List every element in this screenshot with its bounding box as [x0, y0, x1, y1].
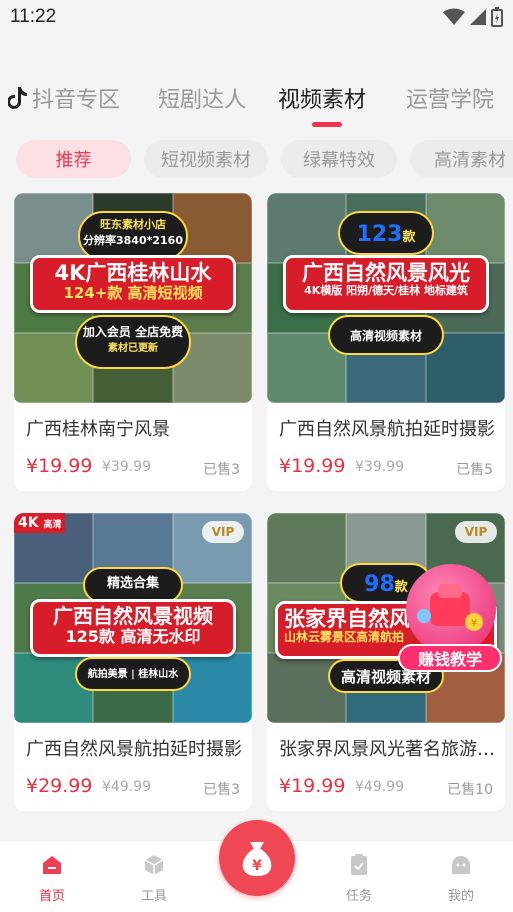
svg-text:¥: ¥	[471, 618, 477, 629]
earn-money-tutorial-badge[interactable]: ¥ 赚钱教学	[398, 564, 502, 674]
product-title: 广西桂林南宁风景	[26, 419, 170, 440]
product-thumbnail: 旺东素材小店 分辨率3840*2160 4K广西桂林山水 124+款 高清短视频…	[14, 193, 252, 403]
thumb-top-badge: 精选合集	[83, 567, 183, 603]
nav-profile[interactable]: 我的	[431, 853, 491, 904]
product-sold-count: 已售10	[447, 782, 493, 798]
earn-badge-label: 赚钱教学	[398, 644, 502, 672]
nav-home[interactable]: 首页	[22, 853, 82, 904]
status-icons	[443, 7, 503, 27]
thumb-top-badge: 旺东素材小店 分辨率3840*2160	[78, 211, 188, 261]
vip-badge: VIP	[455, 521, 497, 543]
tab-operation-academy[interactable]: 运营学院	[406, 82, 494, 114]
nav-tasks-label: 任务	[345, 889, 372, 904]
chip-recommend[interactable]: 推荐	[16, 140, 131, 178]
nav-tasks[interactable]: 任务	[329, 853, 389, 904]
clipboard-check-icon	[351, 854, 367, 875]
product-price: ¥19.99	[279, 775, 346, 797]
chip-green-screen[interactable]: 绿幕特效	[281, 140, 397, 178]
home-icon	[43, 856, 61, 874]
nav-tools[interactable]: 工具	[124, 853, 184, 904]
battery-icon	[491, 7, 503, 27]
tab-short-drama[interactable]: 短剧达人	[158, 82, 246, 114]
thumb-bottom-badge: 加入会员 全店免费 素材已更新	[75, 315, 191, 369]
center-money-button[interactable]: ¥	[219, 820, 295, 896]
top-tabs: 抖音专区 短剧达人 视频素材 运营学院	[0, 72, 513, 132]
status-bar: 11:22	[0, 0, 513, 36]
thumb-count-badge: 123款	[338, 211, 434, 255]
money-bag-icon: ¥	[242, 842, 272, 876]
nav-tools-label: 工具	[140, 889, 167, 904]
product-card[interactable]: 123款 广西自然风景风光 4K横版 阳朔/德天/桂林 地标建筑 高清视频素材 …	[267, 193, 505, 491]
product-card[interactable]: 旺东素材小店 分辨率3840*2160 4K广西桂林山水 124+款 高清短视频…	[14, 193, 252, 491]
product-thumbnail: 4K 高清 VIP 精选合集 广西自然风景视频 125款 高清无水印 航拍美景 …	[14, 513, 252, 723]
product-card[interactable]: 4K 高清 VIP 精选合集 广西自然风景视频 125款 高清无水印 航拍美景 …	[14, 513, 252, 811]
wifi-icon	[443, 8, 465, 25]
product-title: 广西自然风景航拍延时摄影	[26, 739, 242, 760]
thumb-banner: 广西自然风景视频 125款 高清无水印	[30, 599, 236, 657]
product-sold-count: 已售3	[203, 462, 240, 478]
chip-hd-material[interactable]: 高清素材	[410, 140, 513, 178]
active-tab-indicator	[312, 122, 342, 127]
nav-home-label: 首页	[38, 889, 65, 904]
product-sold-count: 已售3	[203, 782, 240, 798]
product-original-price: ¥49.99	[355, 779, 404, 795]
thumb-banner: 4K广西桂林山水 124+款 高清短视频	[30, 255, 236, 313]
cube-icon	[144, 855, 164, 875]
thumb-bottom-badge: 高清视频素材	[328, 315, 444, 355]
douyin-icon	[8, 87, 27, 109]
status-time: 11:22	[10, 6, 57, 27]
tab-video-material[interactable]: 视频素材	[278, 82, 366, 114]
product-price: ¥19.99	[26, 455, 93, 477]
thumb-4k-corner: 4K 高清	[14, 513, 66, 533]
thumb-banner: 广西自然风景风光 4K横版 阳朔/德天/桂林 地标建筑	[283, 255, 489, 313]
category-chips: 推荐 短视频素材 绿幕特效 高清素材	[0, 140, 513, 182]
product-original-price: ¥39.99	[102, 459, 151, 475]
thumb-bottom-badge: 航拍美景 | 桂林山水	[75, 657, 191, 691]
nav-profile-label: 我的	[447, 889, 474, 904]
vip-badge: VIP	[202, 521, 244, 543]
product-title: 张家界风景风光著名旅游景点	[279, 739, 497, 760]
tab-douyin-zone[interactable]: 抖音专区	[32, 82, 120, 114]
product-title: 广西自然风景航拍延时摄影	[279, 419, 495, 440]
gift-hand-icon: ¥	[406, 564, 496, 654]
product-sold-count: 已售5	[456, 462, 493, 478]
product-original-price: ¥49.99	[102, 779, 151, 795]
product-original-price: ¥39.99	[355, 459, 404, 475]
svg-text:¥: ¥	[252, 858, 262, 874]
signal-icon	[470, 9, 486, 25]
product-price: ¥29.99	[26, 775, 93, 797]
profile-icon	[452, 855, 470, 874]
chip-short-video[interactable]: 短视频素材	[144, 140, 268, 178]
product-thumbnail: 123款 广西自然风景风光 4K横版 阳朔/德天/桂林 地标建筑 高清视频素材	[267, 193, 505, 403]
product-price: ¥19.99	[279, 455, 346, 477]
